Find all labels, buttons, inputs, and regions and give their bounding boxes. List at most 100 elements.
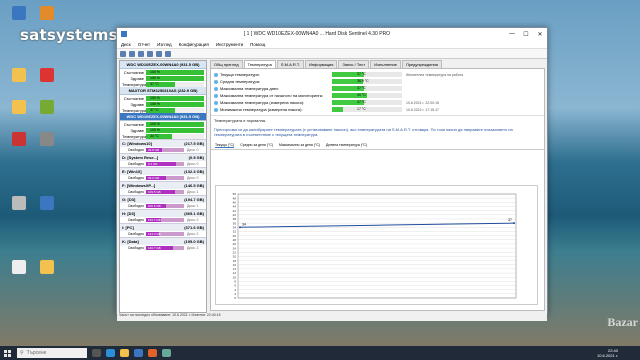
tab-5[interactable]: Изпълнение [370, 60, 401, 68]
minimize-button[interactable]: — [505, 31, 519, 37]
test-icon[interactable] [138, 50, 144, 57]
desktop-icon[interactable] [34, 100, 60, 116]
chart-tab-1[interactable]: Средно за деня (°C) [240, 143, 273, 148]
volume-header[interactable]: C: [Windows10] (217.5 GB) [120, 139, 206, 147]
y-tick-label: 14 [233, 267, 237, 271]
volume-bar: 100.6 GB [146, 204, 184, 208]
volume-header[interactable]: K: [Data] (195.0 GB) [120, 237, 206, 245]
desktop-app-icon [12, 196, 26, 210]
tab-3[interactable]: Информация [304, 60, 338, 68]
report-icon[interactable] [129, 50, 135, 57]
menu-item[interactable]: Диск [121, 42, 131, 47]
desktop-icon[interactable] [6, 260, 32, 276]
volume-free: 69.2 GB [148, 176, 160, 180]
temperature-bar: 17 °C [332, 107, 402, 112]
disk-header[interactable]: WDC WD10EZEX-00WN4A0 (931.5 GB) [120, 113, 206, 121]
volume-header[interactable]: E: [Win10] (132.3 GB) [120, 167, 206, 175]
tab-2[interactable]: S.M.A.R.T. [276, 60, 304, 68]
clock[interactable]: 22:40 10.6.2021 г. [597, 348, 618, 358]
data-label: 34 [242, 222, 246, 226]
volume-header[interactable]: D: [System Rese...] (0.5 GB) [120, 153, 206, 161]
y-tick-label: 6 [234, 284, 236, 288]
volume-name: E: [Win10] [122, 169, 142, 174]
desktop-icon[interactable] [6, 132, 32, 148]
menu-item[interactable]: Помощ [250, 42, 265, 47]
volume-size: (194.7 GB) [184, 197, 204, 202]
desktop-icon[interactable] [34, 132, 60, 148]
temperature-label: Средна температура: [214, 79, 332, 84]
menu-item[interactable]: Изглед [157, 42, 172, 47]
chart-tab-2[interactable]: Максимално за деня (°C) [279, 143, 320, 148]
desktop-icon[interactable] [6, 6, 32, 22]
volume-name: C: [Windows10] [122, 141, 152, 146]
chart-tab-0[interactable]: Текущо (°C) [215, 143, 235, 148]
temperature-value: 37 °C [357, 72, 366, 76]
temperature-value: 40 °C [357, 93, 366, 97]
tab-0[interactable]: Общ преглед [210, 60, 243, 68]
data-point [239, 226, 241, 229]
volume-free-label: Свободно [127, 232, 144, 236]
menu-item[interactable]: Отчет [138, 42, 150, 47]
menu-item[interactable]: Конфигурация [179, 42, 209, 47]
volume-header[interactable]: G: [D3] (194.7 GB) [120, 195, 206, 203]
desktop-icon[interactable] [6, 196, 32, 212]
chart-tab-3[interactable]: Дневна температура (°C) [326, 143, 367, 148]
help-icon[interactable] [156, 50, 162, 57]
firefox-icon[interactable] [148, 349, 157, 357]
desktop-icon[interactable] [34, 68, 60, 84]
desktop-app-icon [40, 6, 54, 20]
desktop-icon[interactable] [34, 196, 60, 212]
temperature-extra: 10.6.2021 г. 22:00:15 [406, 100, 439, 105]
desktop-icon[interactable] [34, 6, 60, 22]
y-tick-label: 8 [234, 280, 236, 284]
folder-icon[interactable] [120, 349, 129, 357]
metric-label: Здраве [130, 75, 144, 81]
disk-metric-row: Температура 37 °C [120, 107, 206, 113]
info-icon [214, 107, 218, 112]
search-input[interactable]: ⚲ Търсене [17, 348, 87, 358]
metric-bar: 100 % [146, 95, 204, 101]
maximize-button[interactable]: ☐ [519, 31, 533, 38]
volume-free: 109.5 GB [148, 190, 161, 194]
volume-free-row: Свободно 140.7 GB Диск: 2 [120, 245, 206, 251]
volume-free: 140.7 GB [148, 246, 161, 250]
menu-item[interactable]: Инструменти [216, 42, 243, 47]
volume-free: 93.8 GB [148, 148, 160, 152]
close-button[interactable]: ✕ [533, 31, 547, 38]
store-icon[interactable] [134, 349, 143, 357]
edge-icon[interactable] [106, 349, 115, 357]
disk-metric-row: Температура 37 °C [120, 81, 206, 87]
settings-icon[interactable] [147, 50, 153, 57]
temperature-row: Средна температура: 36.9 °C [211, 78, 544, 85]
desktop-app-icon [12, 6, 26, 20]
task-view-icon[interactable] [92, 349, 101, 357]
y-tick-label: 50 [233, 192, 237, 196]
metric-label: Температура [122, 81, 147, 87]
disk-header[interactable]: WDC WD10EZEX-00WN4A0 (931.5 GB) [120, 61, 206, 69]
tab-4[interactable]: Запис / Тест [338, 60, 370, 68]
metric-bar: 100 % [146, 121, 204, 127]
temperature-bar: 40 °C [332, 93, 402, 98]
temperature-label-text: Максимална температура днес: [220, 86, 280, 91]
volume-header[interactable]: I: [PC] (371.6 GB) [120, 223, 206, 231]
disk-header[interactable]: MAXTOR STM3250310AS (232.9 GB) [120, 87, 206, 95]
desktop-app-icon [40, 100, 54, 114]
volume-header[interactable]: F: [WindowsXP...] (146.5 GB) [120, 181, 206, 189]
y-tick-label: 20 [233, 255, 237, 259]
tab-1[interactable]: Температура [243, 60, 276, 68]
temperature-bar: 37 °C [332, 86, 402, 91]
temperature-chart: 0 2 4 6 8 10 12 14 16 18 20 22 24 26 28 30 32 34 36 38 40 42 4… [215, 185, 538, 305]
desktop-icon[interactable] [6, 100, 32, 116]
desktop-icon[interactable] [34, 260, 60, 276]
desktop-app-icon [12, 260, 26, 274]
volume-header[interactable]: H: [D3] (365.1 GB) [120, 209, 206, 217]
y-tick-label: 10 [233, 275, 237, 279]
info-icon[interactable] [165, 50, 171, 57]
hdsentinel-icon[interactable] [162, 349, 171, 357]
temperature-label: Максимална температура днес: [214, 86, 332, 91]
refresh-icon[interactable] [120, 50, 126, 57]
desktop-icon[interactable] [6, 68, 32, 84]
tab-6[interactable]: Предупреждения [401, 60, 442, 68]
start-button[interactable] [3, 349, 12, 358]
temperature-row: Текуща температура: 37 °C Желателна темпер… [211, 71, 544, 78]
